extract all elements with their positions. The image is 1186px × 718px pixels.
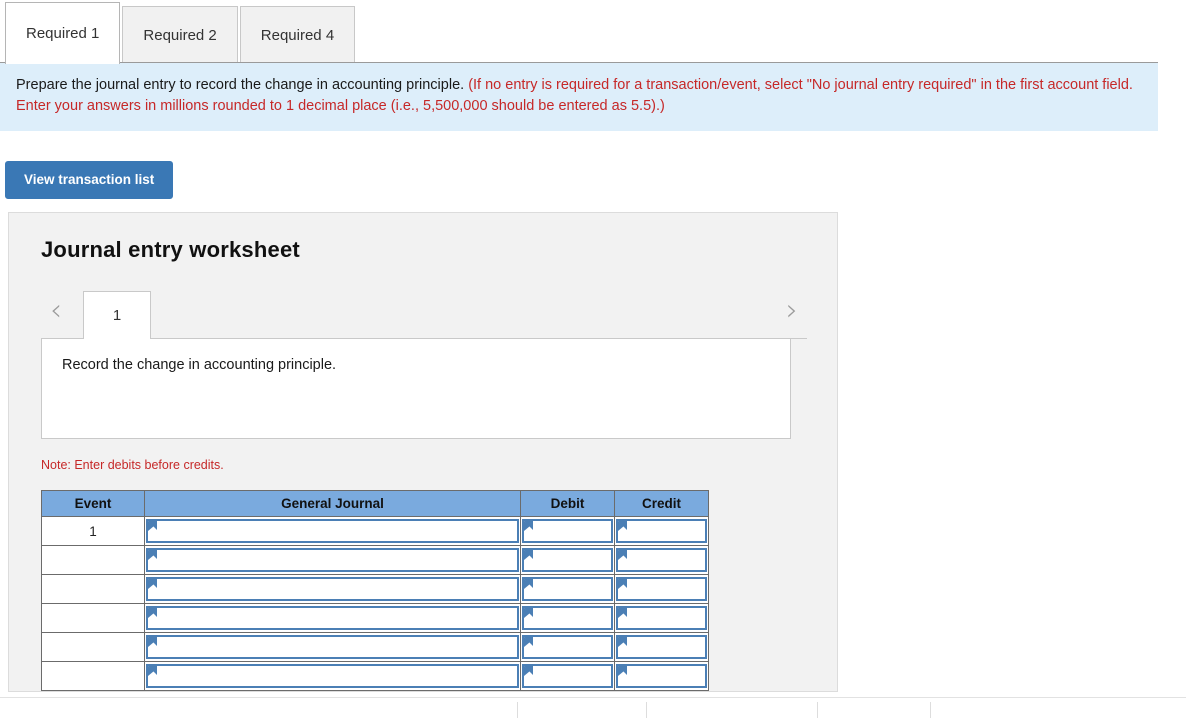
tab-label: Required 2 xyxy=(143,27,217,44)
credit-input[interactable] xyxy=(616,577,707,601)
worksheet-title: Journal entry worksheet xyxy=(41,237,300,262)
journal-entry-table: Event General Journal Debit Credit 1 xyxy=(41,490,709,691)
table-row: 1 xyxy=(41,516,709,546)
credit-input[interactable] xyxy=(616,606,707,630)
event-number-cell xyxy=(41,603,145,633)
event-number-cell: 1 xyxy=(41,516,145,546)
general-journal-cell[interactable] xyxy=(144,574,521,604)
tab-label: Required 4 xyxy=(260,27,335,44)
toolbar-divider xyxy=(930,702,931,718)
requirement-tabs: Required 1 Required 2 Required 4 xyxy=(5,2,356,64)
event-number-cell xyxy=(41,632,145,662)
tab-required-4[interactable]: Required 4 xyxy=(239,6,356,64)
credit-cell[interactable] xyxy=(614,545,709,575)
credit-input[interactable] xyxy=(616,548,707,572)
credit-input[interactable] xyxy=(616,635,707,659)
column-header-debit: Debit xyxy=(520,490,615,517)
event-number-cell xyxy=(41,661,145,691)
debit-input[interactable] xyxy=(522,606,613,630)
event-number-cell xyxy=(41,545,145,575)
credit-cell[interactable] xyxy=(614,516,709,546)
toolbar-divider xyxy=(817,702,818,718)
requirement-tabstrip: Required 1 Required 2 Required 4 xyxy=(0,0,1186,64)
debit-cell[interactable] xyxy=(520,545,615,575)
general-journal-input[interactable] xyxy=(146,606,519,630)
debit-input[interactable] xyxy=(522,548,613,572)
general-journal-cell[interactable] xyxy=(144,545,521,575)
credit-cell[interactable] xyxy=(614,603,709,633)
worksheet-description-box: Record the change in accounting principl… xyxy=(41,339,791,439)
credit-cell[interactable] xyxy=(614,661,709,691)
view-transaction-list-button[interactable]: View transaction list xyxy=(5,161,174,199)
tab-required-2[interactable]: Required 2 xyxy=(122,6,238,64)
general-journal-cell[interactable] xyxy=(144,661,521,691)
table-row xyxy=(41,574,709,604)
worksheet-page-tab-1[interactable]: 1 xyxy=(83,291,151,339)
general-journal-input[interactable] xyxy=(146,548,519,572)
debit-input[interactable] xyxy=(522,635,613,659)
column-header-general-journal: General Journal xyxy=(144,490,521,517)
general-journal-input[interactable] xyxy=(146,577,519,601)
bottom-toolbar-strip xyxy=(0,697,1186,718)
worksheet-description-text: Record the change in accounting principl… xyxy=(62,357,337,373)
general-journal-cell[interactable] xyxy=(144,632,521,662)
general-journal-cell[interactable] xyxy=(144,603,521,633)
debit-cell[interactable] xyxy=(520,632,615,662)
table-row xyxy=(41,603,709,633)
tab-required-1[interactable]: Required 1 xyxy=(5,2,121,64)
credit-input[interactable] xyxy=(616,519,707,543)
column-header-event: Event xyxy=(41,490,145,517)
debit-cell[interactable] xyxy=(520,661,615,691)
instructions-main-text: Prepare the journal entry to record the … xyxy=(16,77,465,93)
debit-input[interactable] xyxy=(522,577,613,601)
debit-input[interactable] xyxy=(522,664,613,688)
general-journal-input[interactable] xyxy=(146,519,519,543)
debit-cell[interactable] xyxy=(520,516,615,546)
tab-label: Required 1 xyxy=(26,25,100,42)
instructions-callout: Prepare the journal entry to record the … xyxy=(0,62,1158,131)
credit-cell[interactable] xyxy=(614,632,709,662)
general-journal-input[interactable] xyxy=(146,635,519,659)
credit-input[interactable] xyxy=(616,664,707,688)
worksheet-pager: ‹ 1 › xyxy=(41,285,807,339)
event-number-cell xyxy=(41,574,145,604)
general-journal-input[interactable] xyxy=(146,664,519,688)
debits-before-credits-note: Note: Enter debits before credits. xyxy=(41,458,224,472)
debit-cell[interactable] xyxy=(520,574,615,604)
chevron-left-icon[interactable]: ‹ xyxy=(41,291,71,331)
table-row xyxy=(41,632,709,662)
debit-cell[interactable] xyxy=(520,603,615,633)
worksheet-page-number: 1 xyxy=(112,307,122,324)
table-row xyxy=(41,545,709,575)
table-row xyxy=(41,661,709,691)
toolbar-divider xyxy=(646,702,647,718)
general-journal-cell[interactable] xyxy=(144,516,521,546)
table-header-row: Event General Journal Debit Credit xyxy=(41,490,709,517)
toolbar-divider xyxy=(517,702,518,718)
journal-entry-worksheet-panel: Journal entry worksheet ‹ 1 › Record the… xyxy=(8,212,838,692)
column-header-credit: Credit xyxy=(614,490,709,517)
credit-cell[interactable] xyxy=(614,574,709,604)
chevron-right-icon[interactable]: › xyxy=(777,291,807,331)
debit-input[interactable] xyxy=(522,519,613,543)
